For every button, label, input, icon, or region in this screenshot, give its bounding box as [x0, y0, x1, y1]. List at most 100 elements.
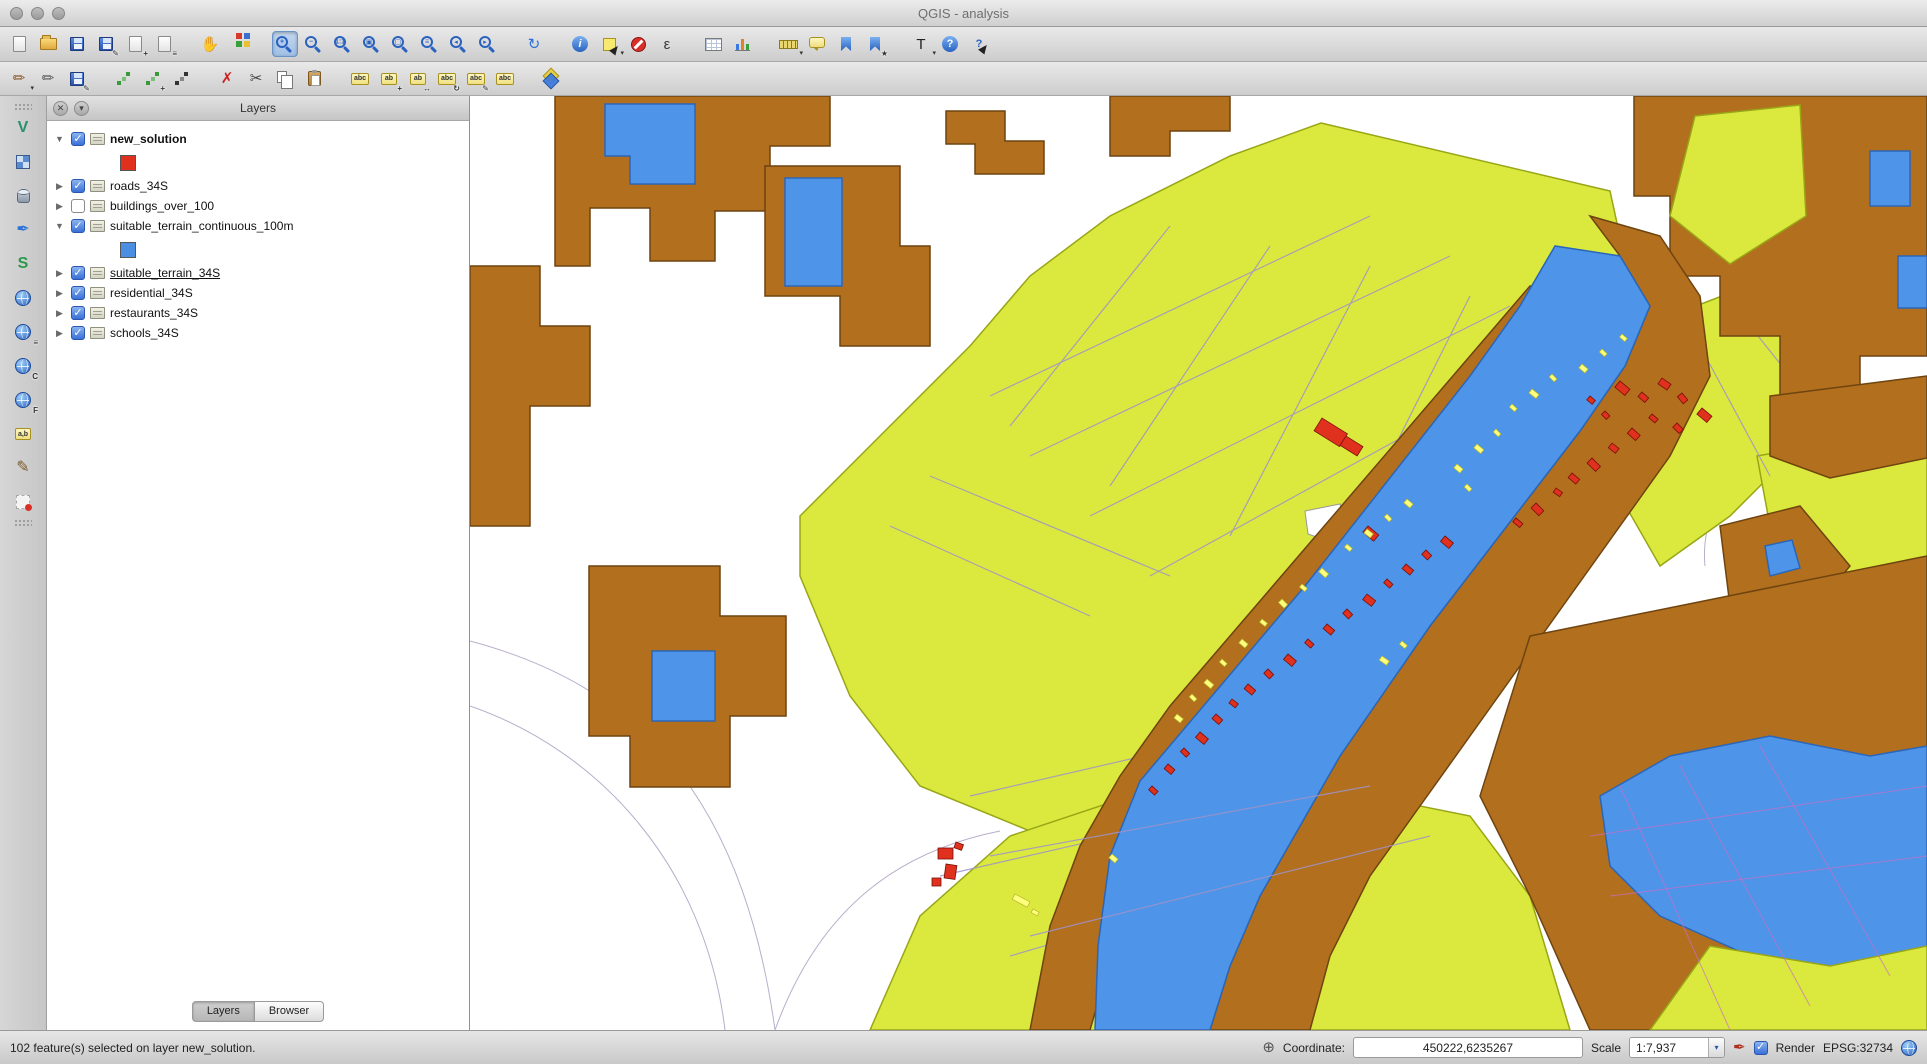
expand-arrow-icon[interactable]: ▶ — [53, 181, 66, 192]
remove-layer[interactable] — [8, 488, 38, 516]
delete-selected[interactable]: ✗ — [214, 66, 240, 92]
layer-visibility-checkbox[interactable]: ✓ — [71, 286, 85, 300]
add-vector-layer[interactable]: V — [8, 114, 38, 142]
paste-features[interactable] — [301, 66, 327, 92]
select-features[interactable]: ▾ — [596, 31, 622, 57]
expand-arrow-icon[interactable]: ▶ — [53, 328, 66, 339]
add-wms-layer[interactable]: ≡ — [8, 318, 38, 346]
label-show-hide[interactable]: ab+ — [376, 66, 402, 92]
layer-item-new_solution[interactable]: ▼✓new_solution — [47, 129, 469, 149]
layer-visibility-checkbox[interactable]: ✓ — [71, 266, 85, 280]
add-delimited-text-layer[interactable]: a,b — [8, 420, 38, 448]
help-contents[interactable]: ? — [937, 31, 963, 57]
layer-item-buildings_over_100[interactable]: ▶buildings_over_100 — [47, 196, 469, 216]
layer-visibility-checkbox[interactable]: ✓ — [71, 326, 85, 340]
copy-features[interactable] — [272, 66, 298, 92]
save-layer-edits[interactable]: ✎ — [64, 66, 90, 92]
layer-item-restaurants_34S[interactable]: ▶✓restaurants_34S — [47, 303, 469, 323]
new-bookmark[interactable] — [833, 31, 859, 57]
measure-dropdown-icon[interactable]: ▾ — [799, 49, 803, 57]
whats-this[interactable]: ? — [966, 31, 992, 57]
zoom-out[interactable]: − — [301, 31, 327, 57]
zoom-next[interactable]: ▸ — [475, 31, 501, 57]
layer-item-residential_34S[interactable]: ▶✓residential_34S — [47, 283, 469, 303]
text-annotation[interactable]: T▾ — [908, 31, 934, 57]
layer-visibility-checkbox[interactable] — [71, 199, 85, 213]
layer-visibility-checkbox[interactable]: ✓ — [71, 132, 85, 146]
cut-features[interactable]: ✂ — [243, 66, 269, 92]
map-tips[interactable] — [804, 31, 830, 57]
crs-status-icon[interactable] — [1901, 1040, 1917, 1056]
layer-item-suitable_terrain_34S[interactable]: ▶✓suitable_terrain_34S — [47, 263, 469, 283]
layer-visibility-checkbox[interactable]: ✓ — [71, 179, 85, 193]
stop-render-icon[interactable]: ✒ — [1733, 1040, 1746, 1055]
measure[interactable]: ▾ — [775, 31, 801, 57]
scale-dropdown-icon[interactable]: ▾ — [1708, 1037, 1724, 1058]
move-feature[interactable]: + — [139, 66, 165, 92]
expand-arrow-icon[interactable]: ▶ — [53, 201, 66, 212]
statistical-summary[interactable] — [729, 31, 755, 57]
coordinate-capture-icon[interactable]: ⊕ — [1262, 1040, 1275, 1055]
coordinate-input[interactable] — [1353, 1037, 1583, 1058]
toolbar-drag-handle[interactable] — [14, 519, 32, 527]
layer-visibility-checkbox[interactable]: ✓ — [71, 219, 85, 233]
tab-layers[interactable]: Layers — [192, 1001, 254, 1022]
zoom-to-layer[interactable]: ≡ — [417, 31, 443, 57]
open-attribute-table[interactable] — [700, 31, 726, 57]
zoom-in[interactable]: + — [272, 31, 298, 57]
processing-toolbox[interactable] — [538, 66, 564, 92]
zoom-last[interactable]: ◂ — [446, 31, 472, 57]
collapse-arrow-icon[interactable]: ▼ — [53, 221, 66, 231]
select-features-dropdown-icon[interactable]: ▾ — [620, 49, 624, 57]
current-edits-dropdown-icon[interactable]: ▾ — [30, 84, 34, 92]
select-by-expression[interactable]: ε — [654, 31, 680, 57]
layer-item-roads_34S[interactable]: ▶✓roads_34S — [47, 176, 469, 196]
label-pin[interactable]: abc — [347, 66, 373, 92]
open-project[interactable] — [35, 31, 61, 57]
pan-map[interactable]: ✋ — [197, 31, 223, 57]
add-wfs-layer[interactable]: F — [8, 386, 38, 414]
map-refresh[interactable]: ↻ — [521, 31, 547, 57]
new-shapefile-layer[interactable]: ✎ — [8, 454, 38, 482]
composer-manager[interactable]: ≡ — [151, 31, 177, 57]
panel-close-button[interactable]: ✕ — [53, 101, 68, 116]
identify-features[interactable]: i — [567, 31, 593, 57]
add-mssql-layer[interactable]: S — [8, 250, 38, 278]
current-edits[interactable]: ✏▾ — [6, 66, 32, 92]
expand-arrow-icon[interactable]: ▶ — [53, 288, 66, 299]
window-close-button[interactable] — [10, 7, 23, 20]
text-annotation-dropdown-icon[interactable]: ▾ — [932, 49, 936, 57]
expand-arrow-icon[interactable]: ▶ — [53, 308, 66, 319]
panel-detach-button[interactable]: ▾ — [74, 101, 89, 116]
label-properties[interactable]: abc — [492, 66, 518, 92]
new-project[interactable] — [6, 31, 32, 57]
save-project[interactable] — [64, 31, 90, 57]
label-change[interactable]: abc✎ — [463, 66, 489, 92]
label-move[interactable]: ab↔ — [405, 66, 431, 92]
tab-browser[interactable]: Browser — [254, 1001, 324, 1022]
toolbar-drag-handle[interactable] — [14, 103, 32, 111]
window-minimize-button[interactable] — [31, 7, 44, 20]
toggle-editing[interactable]: ✏ — [35, 66, 61, 92]
layer-symbol-swatch[interactable] — [120, 155, 136, 171]
add-raster-layer[interactable] — [8, 148, 38, 176]
layer-visibility-checkbox[interactable]: ✓ — [71, 306, 85, 320]
render-checkbox[interactable]: ✓ — [1754, 1041, 1768, 1055]
map-canvas[interactable] — [470, 96, 1927, 1030]
node-tool[interactable] — [168, 66, 194, 92]
expand-arrow-icon[interactable]: ▶ — [53, 268, 66, 279]
add-wcs-layer[interactable]: C — [8, 352, 38, 380]
save-project-as[interactable]: ✎ — [93, 31, 119, 57]
crs-status[interactable]: EPSG:32734 — [1823, 1041, 1893, 1055]
add-feature[interactable] — [110, 66, 136, 92]
add-database-layer[interactable] — [8, 182, 38, 210]
deselect-features[interactable] — [625, 31, 651, 57]
scale-input[interactable] — [1630, 1038, 1708, 1057]
layer-symbol-swatch[interactable] — [120, 242, 136, 258]
window-zoom-button[interactable] — [52, 7, 65, 20]
layer-item-suitable_terrain_continuous_100m[interactable]: ▼✓suitable_terrain_continuous_100m — [47, 216, 469, 236]
zoom-native[interactable]: 1:1 — [330, 31, 356, 57]
zoom-to-selection[interactable]: ▢ — [388, 31, 414, 57]
new-print-composer[interactable]: + — [122, 31, 148, 57]
pan-to-selection[interactable] — [226, 31, 252, 57]
